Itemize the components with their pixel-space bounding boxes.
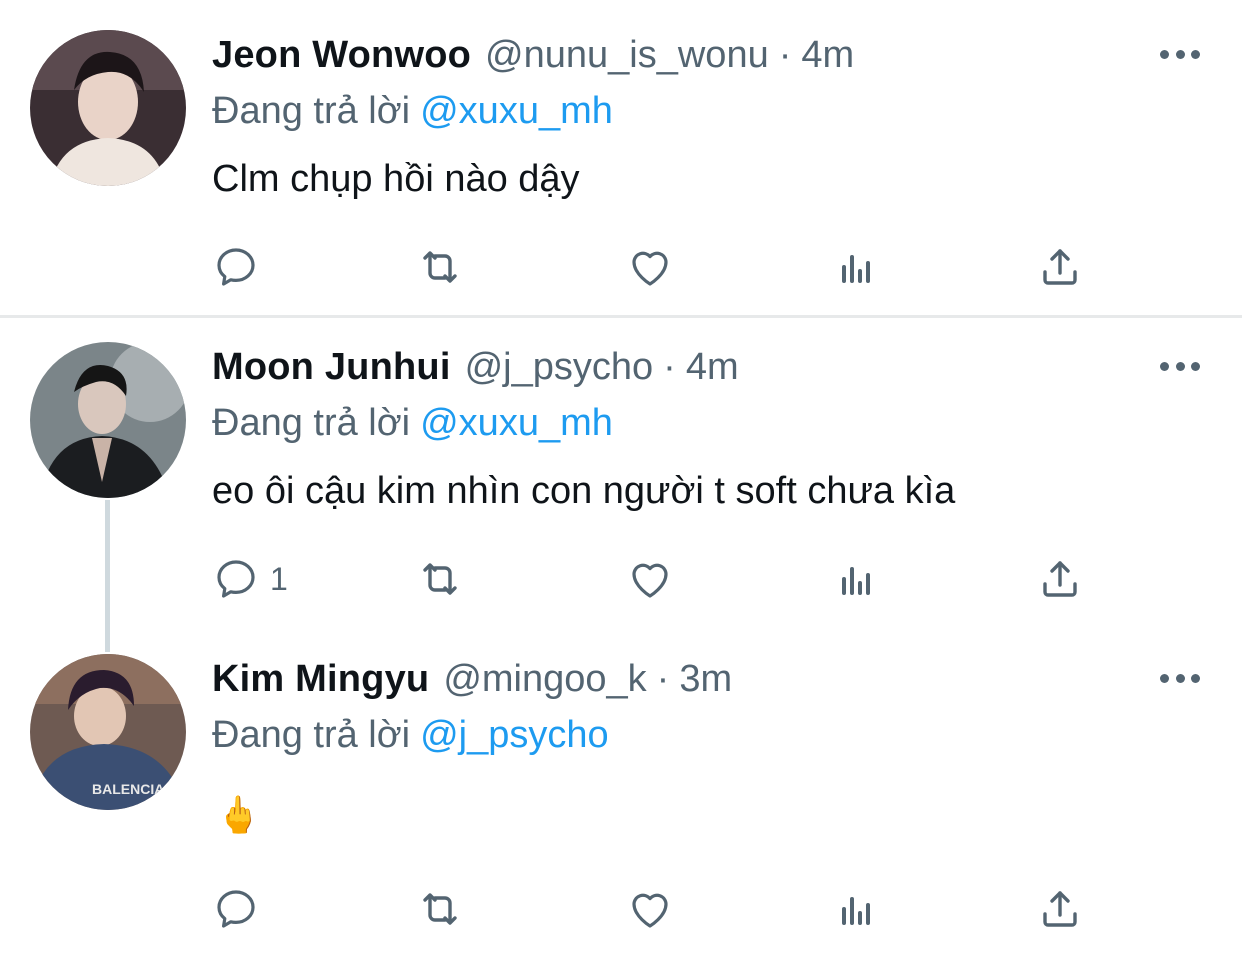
replying-to: Đang trả lời @xuxu_mh — [212, 402, 613, 445]
thread-connector — [105, 500, 110, 652]
mention-link[interactable]: @xuxu_mh — [420, 90, 613, 132]
more-options-icon[interactable] — [1160, 44, 1200, 64]
retweet-icon — [416, 885, 464, 933]
replying-to: Đang trả lời @j_psycho — [212, 714, 609, 757]
reply-button[interactable]: 1 — [212, 554, 288, 604]
retweet-button[interactable] — [416, 884, 464, 934]
avatar[interactable] — [30, 30, 186, 186]
share-button[interactable] — [1036, 554, 1084, 604]
reply-button[interactable] — [212, 884, 270, 934]
tweet-text: Clm chụp hồi nào dậy — [212, 158, 580, 200]
avatar[interactable]: BALENCIAGA — [30, 654, 186, 810]
user-handle[interactable]: @mingoo_k — [443, 658, 646, 701]
share-icon — [1036, 885, 1084, 933]
share-icon — [1036, 555, 1084, 603]
reply-icon — [212, 555, 260, 603]
share-button[interactable] — [1036, 884, 1084, 934]
retweet-button[interactable] — [416, 242, 464, 292]
user-handle[interactable]: @nunu_is_wonu — [485, 34, 769, 77]
analytics-icon — [832, 243, 880, 291]
separator-dot: · — [656, 658, 670, 700]
mention-link[interactable]: @j_psycho — [420, 714, 609, 756]
separator-dot: · — [663, 346, 676, 388]
display-name[interactable]: Moon Junhui — [212, 346, 451, 389]
avatar[interactable] — [30, 342, 186, 498]
analytics-button[interactable] — [832, 242, 880, 292]
replying-prefix: Đang trả lời — [212, 714, 411, 756]
reply-icon — [212, 243, 260, 291]
like-button[interactable] — [626, 554, 674, 604]
retweet-icon — [416, 243, 464, 291]
display-name[interactable]: Jeon Wonwoo — [212, 34, 471, 77]
tweet[interactable]: BALENCIAGA Kim Mingyu @mingoo_k · 3m Đan… — [0, 654, 1242, 944]
share-button[interactable] — [1036, 242, 1084, 292]
mention-link[interactable]: @xuxu_mh — [420, 402, 613, 444]
like-icon — [626, 885, 674, 933]
action-bar — [212, 884, 1092, 934]
display-name[interactable]: Kim Mingyu — [212, 658, 429, 701]
action-bar: 1 — [212, 554, 1092, 604]
analytics-button[interactable] — [832, 884, 880, 934]
more-options-icon[interactable] — [1160, 668, 1200, 688]
tweet-header: Moon Junhui @j_psycho · 4m — [212, 346, 739, 406]
like-button[interactable] — [626, 884, 674, 934]
reply-count: 1 — [270, 560, 288, 597]
share-icon — [1036, 243, 1084, 291]
action-bar — [212, 242, 1092, 292]
retweet-button[interactable] — [416, 554, 464, 604]
tweet[interactable]: Moon Junhui @j_psycho · 4m Đang trả lời @… — [0, 342, 1242, 622]
avatar-image: BALENCIAGA — [30, 654, 186, 810]
avatar-image — [30, 342, 186, 498]
reply-icon — [212, 885, 260, 933]
timestamp[interactable]: 4m — [686, 346, 739, 389]
like-icon — [626, 555, 674, 603]
tweet-text: 🖕 — [216, 794, 261, 835]
user-handle[interactable]: @j_psycho — [465, 346, 654, 389]
svg-text:BALENCIAGA: BALENCIAGA — [92, 781, 185, 797]
tweet-header: Jeon Wonwoo @nunu_is_wonu · 4m — [212, 34, 854, 94]
like-icon — [626, 243, 674, 291]
reply-button[interactable] — [212, 242, 270, 292]
tweet[interactable]: Jeon Wonwoo @nunu_is_wonu · 4m Đang trả … — [0, 30, 1242, 300]
tweet-header: Kim Mingyu @mingoo_k · 3m — [212, 658, 732, 718]
analytics-button[interactable] — [832, 554, 880, 604]
timestamp[interactable]: 3m — [679, 658, 732, 701]
analytics-icon — [832, 885, 880, 933]
analytics-icon — [832, 555, 880, 603]
replying-to: Đang trả lời @xuxu_mh — [212, 90, 613, 133]
timestamp[interactable]: 4m — [801, 34, 854, 77]
retweet-icon — [416, 555, 464, 603]
tweet-text: eo ôi cậu kim nhìn con người t soft chưa… — [212, 470, 956, 512]
separator-dot: · — [778, 34, 792, 76]
like-button[interactable] — [626, 242, 674, 292]
more-options-icon[interactable] — [1160, 356, 1200, 376]
tweet-divider — [0, 315, 1242, 318]
replying-prefix: Đang trả lời — [212, 402, 411, 444]
avatar-image — [30, 30, 186, 186]
replying-prefix: Đang trả lời — [212, 90, 411, 132]
